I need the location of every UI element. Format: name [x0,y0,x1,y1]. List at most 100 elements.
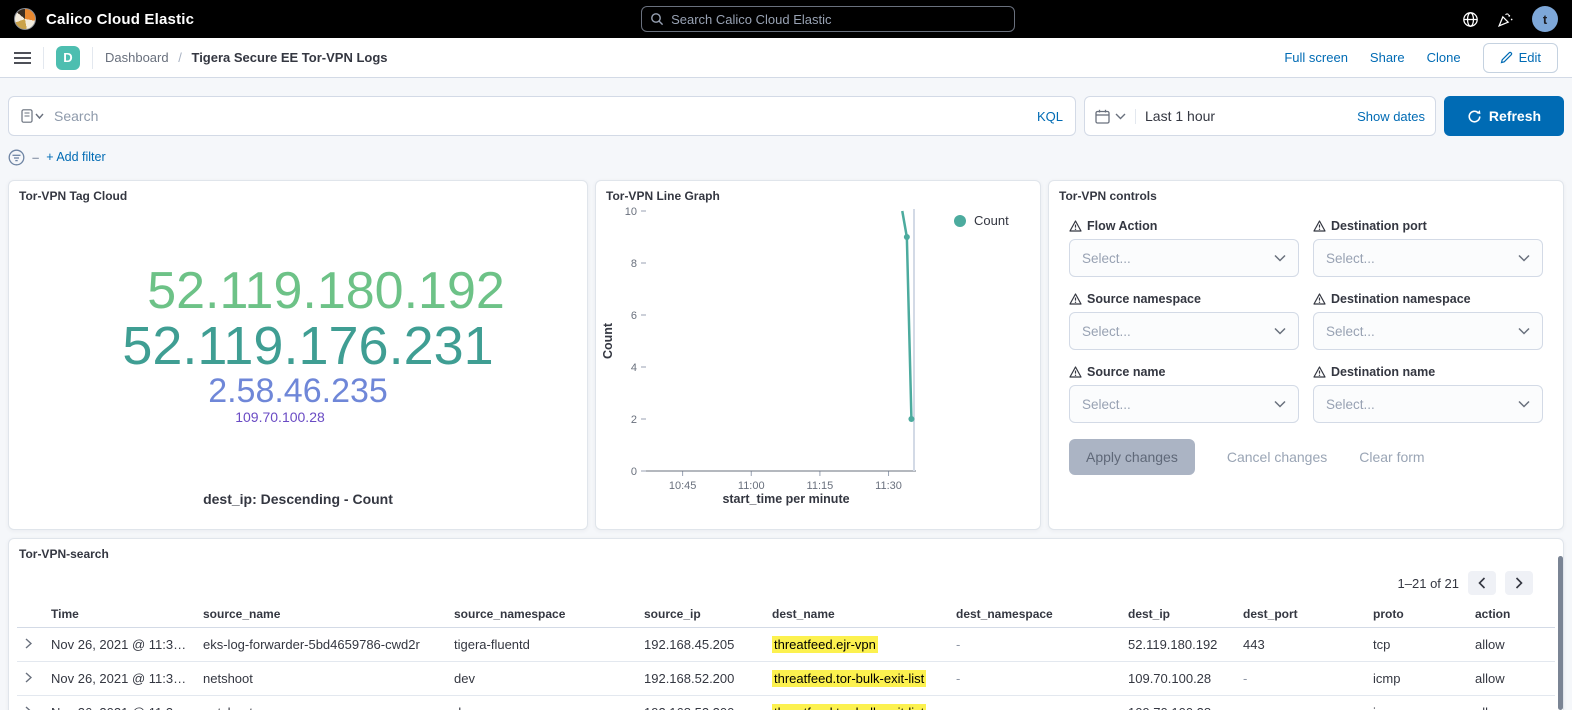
kql-search-box[interactable]: KQL [8,96,1076,136]
cell-proto: tcp [1365,628,1467,662]
apply-changes-button[interactable]: Apply changes [1069,439,1195,475]
line-chart[interactable]: Count start_time per minute 024681010:45… [598,203,1028,515]
tag-cloud-title: Tor-VPN Tag Cloud [9,181,587,211]
control-source-name: Source name Select... [1069,365,1299,423]
controls-buttons: Apply changes Cancel changes Clear form [1049,423,1563,475]
share-link[interactable]: Share [1370,50,1405,65]
warning-icon [1313,220,1326,232]
highlighted-value: threatfeed.tor-bulk-exit-list [772,704,926,710]
column-header-time[interactable]: Time [43,601,195,628]
cell-dest-namespace: - [948,696,1120,710]
cell-time: Nov 26, 2021 @ 11:35:04.000 [43,662,195,696]
column-header-dest-namespace[interactable]: dest_namespace [948,601,1120,628]
cancel-changes-button[interactable]: Cancel changes [1227,449,1327,465]
control-source-namespace: Source namespace Select... [1069,292,1299,350]
cell-proto: icmp [1365,696,1467,710]
globe-icon[interactable] [1462,11,1479,28]
expand-row-icon[interactable] [17,628,43,662]
calico-logo-icon [14,8,36,30]
global-search-box[interactable] [641,6,1015,32]
tag-ip[interactable]: 109.70.100.28 [235,410,325,425]
refresh-icon [1467,109,1482,124]
dashboard-app-badge[interactable]: D [56,46,80,70]
show-dates-link[interactable]: Show dates [1357,109,1425,124]
kql-search-input[interactable] [54,108,1028,124]
tag-ip[interactable]: 2.58.46.235 [208,374,388,409]
column-header-source-namespace[interactable]: source_namespace [446,601,636,628]
next-page-button[interactable] [1505,571,1533,595]
table-scrollbar[interactable] [1558,556,1563,710]
destination-name-select[interactable]: Select... [1313,385,1543,423]
controls-panel: Tor-VPN controls Flow Action Select... D… [1048,180,1564,530]
chevron-down-icon [1274,254,1286,262]
cell-dest-ip: 52.119.180.192 [1120,628,1235,662]
svg-text:11:00: 11:00 [738,480,765,492]
svg-text:4: 4 [631,362,637,374]
tag-cloud: 52.119.180.192 52.119.176.231 2.58.46.23… [9,211,587,477]
table-row: Nov 26, 2021 @ 11:35:04.000 eks-log-forw… [17,628,1555,662]
user-avatar[interactable]: t [1532,6,1558,32]
svg-text:6: 6 [631,310,637,322]
search-icon [650,12,664,26]
add-filter-link[interactable]: + Add filter [46,150,105,164]
control-destination-port: Destination port Select... [1313,219,1543,277]
cell-time: Nov 26, 2021 @ 11:35:04.000 [43,628,195,662]
menu-hamburger-icon[interactable] [14,51,31,65]
full-screen-link[interactable]: Full screen [1284,50,1348,65]
tag-ip[interactable]: 52.119.180.192 [147,264,505,318]
warning-icon [1313,366,1326,378]
column-header-dest-name[interactable]: dest_name [764,601,948,628]
cell-source-name: netshoot [195,696,446,710]
source-name-select[interactable]: Select... [1069,385,1299,423]
calendar-icon[interactable] [1095,109,1110,124]
line-graph-panel: Tor-VPN Line Graph Count start_time per … [595,180,1041,530]
tag-cloud-caption: dest_ip: Descending - Count [9,491,587,507]
refresh-button[interactable]: Refresh [1444,96,1564,136]
clear-form-button[interactable]: Clear form [1359,449,1424,465]
filter-icon[interactable] [8,149,25,166]
cell-source-namespace: dev [446,696,636,710]
expand-row-icon[interactable] [17,662,43,696]
column-header-proto[interactable]: proto [1365,601,1467,628]
newsfeed-cheer-icon[interactable] [1497,11,1514,28]
destination-namespace-select[interactable]: Select... [1313,312,1543,350]
svg-text:10: 10 [625,206,637,218]
highlighted-value: threatfeed.ejr-vpn [772,636,878,653]
app-title: Calico Cloud Elastic [46,11,194,28]
destination-port-select[interactable]: Select... [1313,239,1543,277]
pagination-count: 1–21 of 21 [1398,576,1459,591]
cell-source-name: netshoot [195,662,446,696]
date-picker[interactable]: Last 1 hour Show dates [1084,96,1436,136]
column-header-action[interactable]: action [1467,601,1555,628]
cell-source-ip: 192.168.52.200 [636,662,764,696]
chevron-down-icon [1274,400,1286,408]
dashboard-panels: Tor-VPN Tag Cloud 52.119.180.192 52.119.… [8,180,1564,530]
tag-ip[interactable]: 52.119.176.231 [122,318,493,374]
breadcrumb-dashboard[interactable]: Dashboard [105,50,169,65]
previous-page-button[interactable] [1468,571,1496,595]
pagination-row: 1–21 of 21 [9,569,1563,601]
breadcrumb-current: Tigera Secure EE Tor-VPN Logs [191,50,387,65]
source-namespace-select[interactable]: Select... [1069,312,1299,350]
time-range-value[interactable]: Last 1 hour [1145,108,1215,124]
column-header-source-ip[interactable]: source_ip [636,601,764,628]
cell-action: allow [1467,662,1555,696]
cell-action: allow [1467,696,1555,710]
cell-dest-port: 443 [1235,628,1365,662]
flow-action-select[interactable]: Select... [1069,239,1299,277]
kql-language-button[interactable]: KQL [1037,109,1063,124]
global-search-input[interactable] [671,12,1006,27]
edit-button[interactable]: Edit [1483,43,1558,73]
clone-link[interactable]: Clone [1427,50,1461,65]
chart-legend[interactable]: Count [954,213,1009,228]
column-header-dest-ip[interactable]: dest_ip [1120,601,1235,628]
breadcrumb-separator: / [178,50,182,65]
chevron-down-icon [1115,113,1126,120]
column-header-source-name[interactable]: source_name [195,601,446,628]
dashboard-nav-bar: D Dashboard / Tigera Secure EE Tor-VPN L… [0,38,1572,78]
legend-label: Count [974,213,1009,228]
column-header-dest-port[interactable]: dest_port [1235,601,1365,628]
saved-query-icon[interactable] [21,109,45,123]
expand-row-icon[interactable] [17,696,43,710]
cell-source-namespace: tigera-fluentd [446,628,636,662]
